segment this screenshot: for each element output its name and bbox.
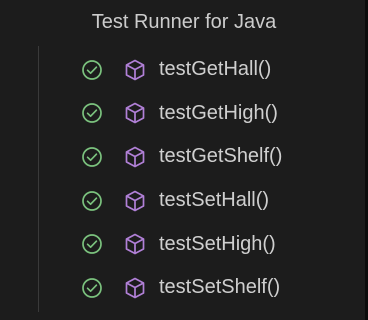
test-item-label: testSetHall() — [159, 189, 270, 212]
test-runner-panel: Test Runner for Java testGetHall() testG… — [0, 0, 368, 320]
test-item-label: testSetShelf() — [159, 276, 281, 299]
method-cube-icon — [125, 59, 145, 81]
method-cube-icon — [125, 277, 145, 299]
test-item-testGetShelf[interactable]: testGetShelf() — [0, 135, 368, 179]
test-list: testGetHall() testGetHigh() testGetShelf… — [0, 48, 368, 310]
test-item-testSetShelf[interactable]: testSetShelf() — [0, 266, 368, 310]
check-circle-icon — [82, 277, 102, 298]
method-cube-icon — [125, 190, 145, 211]
method-cube-icon — [125, 146, 145, 168]
check-circle-icon — [82, 234, 102, 255]
check-circle-icon — [82, 190, 102, 211]
check-circle-icon — [82, 59, 102, 80]
test-item-testSetHall[interactable]: testSetHall() — [0, 179, 368, 223]
check-circle-icon — [82, 147, 102, 167]
test-item-testGetHigh[interactable]: testGetHigh() — [0, 92, 368, 136]
method-cube-icon — [125, 103, 145, 124]
test-item-label: testGetHall() — [159, 58, 272, 81]
test-item-label: testGetShelf() — [159, 145, 283, 168]
check-circle-icon — [82, 103, 102, 124]
test-item-testSetHigh[interactable]: testSetHigh() — [0, 222, 368, 266]
test-item-label: testGetHigh() — [159, 101, 278, 124]
method-cube-icon — [125, 233, 145, 255]
panel-title: Test Runner for Java — [91, 10, 277, 33]
test-item-testGetHall[interactable]: testGetHall() — [0, 48, 368, 92]
test-item-label: testSetHigh() — [159, 232, 276, 255]
